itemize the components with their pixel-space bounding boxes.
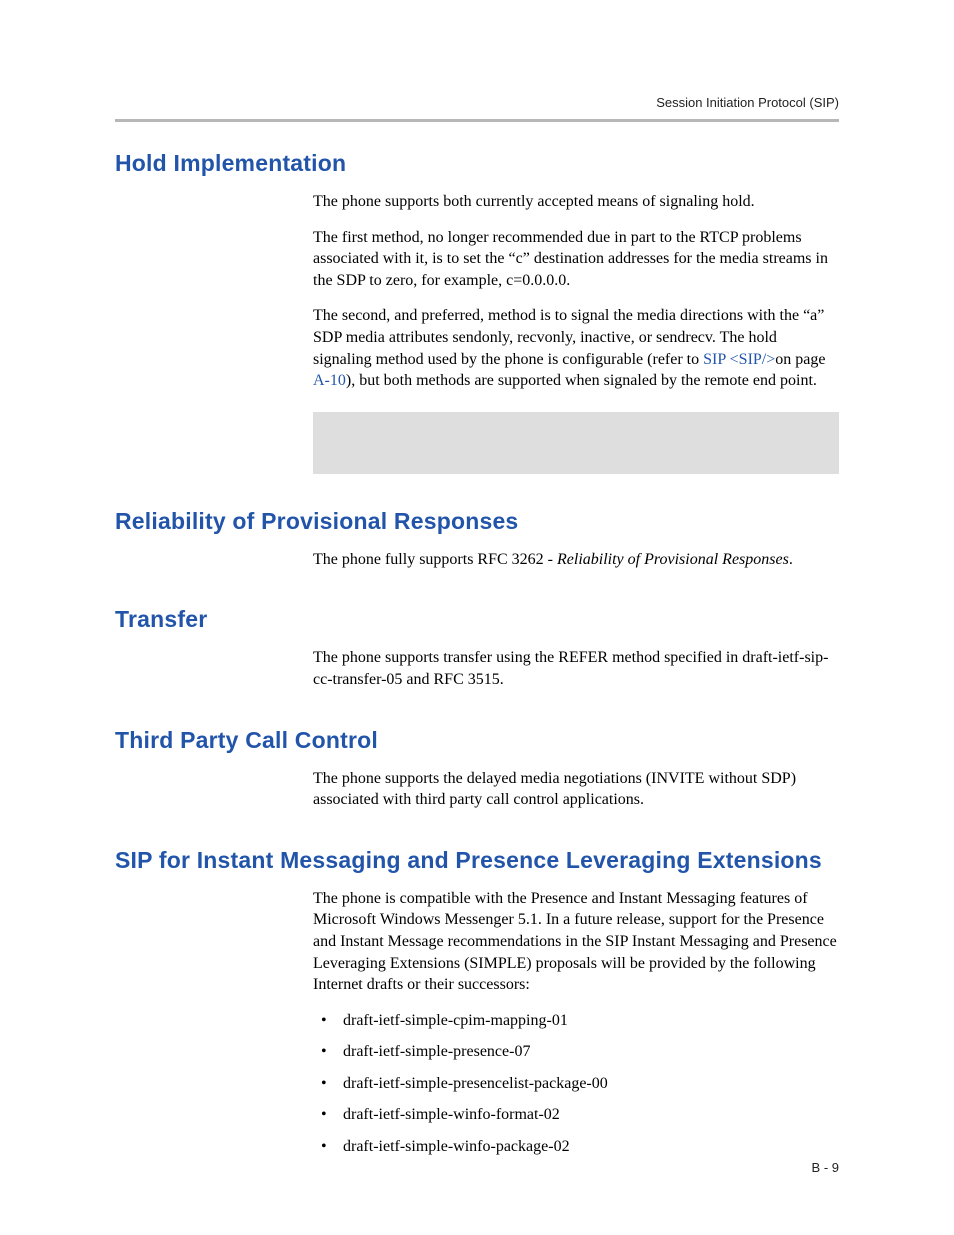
draft-item: draft-ietf-simple-presence-07 [313, 1041, 839, 1063]
simple-p1: The phone is compatible with the Presenc… [313, 888, 839, 996]
hold-p1: The phone supports both currently accept… [313, 191, 839, 213]
running-header: Session Initiation Protocol (SIP) [656, 95, 839, 110]
hold-p2: The first method, no longer recommended … [313, 227, 839, 292]
reliability-p1-i: Reliability of Provisional Responses [557, 551, 789, 568]
draft-item: draft-ietf-simple-presencelist-package-0… [313, 1073, 839, 1095]
hold-p3-b: on page [775, 351, 825, 368]
hold-p3: The second, and preferred, method is to … [313, 305, 839, 391]
hold-p3-c: ), but both methods are supported when s… [346, 372, 817, 389]
body-transfer: The phone supports transfer using the RE… [313, 647, 839, 690]
transfer-p1: The phone supports transfer using the RE… [313, 647, 839, 690]
note-placeholder-box [313, 412, 839, 474]
heading-hold-implementation: Hold Implementation [115, 150, 839, 177]
heading-reliability: Reliability of Provisional Responses [115, 508, 839, 535]
page: Session Initiation Protocol (SIP) Hold I… [0, 0, 954, 1235]
body-hold: The phone supports both currently accept… [313, 191, 839, 392]
header-rule [115, 119, 839, 122]
link-sip[interactable]: SIP <SIP/> [703, 351, 775, 368]
heading-transfer: Transfer [115, 606, 839, 633]
heading-third-party: Third Party Call Control [115, 727, 839, 754]
draft-item: draft-ietf-simple-winfo-package-02 [313, 1136, 839, 1158]
reliability-p1-a: The phone fully supports RFC 3262 - [313, 551, 557, 568]
draft-item: draft-ietf-simple-winfo-format-02 [313, 1104, 839, 1126]
third-party-p1: The phone supports the delayed media neg… [313, 768, 839, 811]
body-simple: The phone is compatible with the Presenc… [313, 888, 839, 1158]
link-a10[interactable]: A-10 [313, 372, 346, 389]
reliability-p1-b: . [789, 551, 793, 568]
page-number: B - 9 [812, 1160, 839, 1175]
body-reliability: The phone fully supports RFC 3262 - Reli… [313, 549, 839, 571]
body-third-party: The phone supports the delayed media neg… [313, 768, 839, 811]
heading-simple: SIP for Instant Messaging and Presence L… [115, 847, 839, 874]
draft-item: draft-ietf-simple-cpim-mapping-01 [313, 1010, 839, 1032]
drafts-list: draft-ietf-simple-cpim-mapping-01 draft-… [313, 1010, 839, 1158]
reliability-p1: The phone fully supports RFC 3262 - Reli… [313, 549, 839, 571]
